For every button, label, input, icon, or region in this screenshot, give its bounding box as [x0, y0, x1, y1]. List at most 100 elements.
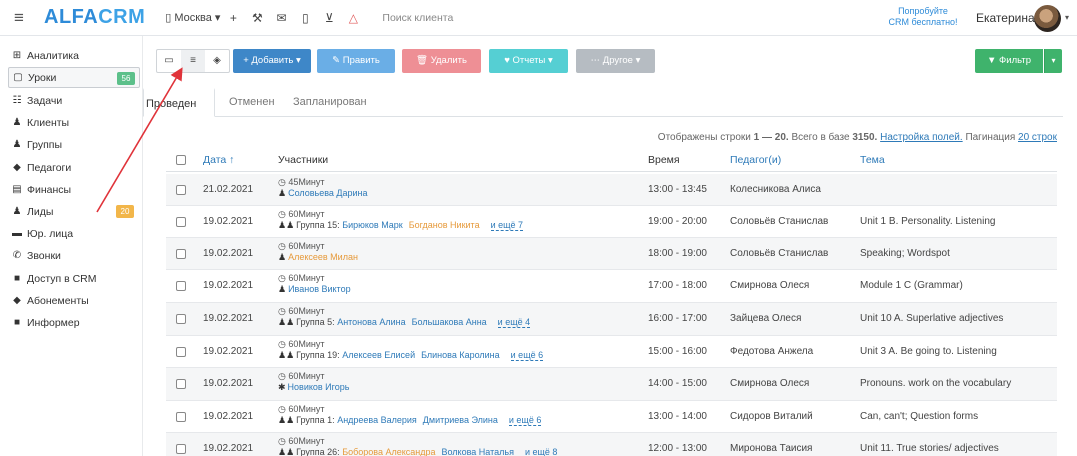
- bell-icon[interactable]: △: [342, 11, 364, 25]
- user-caret-down-icon[interactable]: ▾: [1065, 13, 1069, 22]
- sidebar-item-informer[interactable]: ■ Информер: [10, 312, 138, 333]
- more-participants-link[interactable]: и ещё 8: [524, 447, 558, 456]
- column-date[interactable]: Дата ↑: [203, 154, 234, 166]
- table-row[interactable]: 19.02.2021 ◷ 60Минут ♟♟ Группа 1: Андреева …: [166, 401, 1057, 433]
- sidebar-item-tasks[interactable]: ☷ Задачи: [10, 90, 138, 111]
- sidebar-item-groups[interactable]: ♟ Группы: [10, 134, 138, 155]
- users-icon: ♟♟: [278, 350, 295, 360]
- participant-link[interactable]: Иванов Виктор: [288, 284, 351, 294]
- delete-button[interactable]: 🗑 Удалить: [402, 49, 481, 73]
- tab-completed[interactable]: Проведен: [143, 88, 215, 117]
- try-free-link[interactable]: Попробуйте CRM бесплатно!: [880, 6, 966, 28]
- row-checkbox[interactable]: [176, 444, 186, 454]
- select-all-checkbox[interactable]: [176, 155, 186, 165]
- sidebar-item-lessons[interactable]: ▢ Уроки 56: [8, 67, 140, 88]
- sidebar-item-label: Финансы: [27, 183, 72, 196]
- try-line-2: CRM бесплатно!: [888, 17, 958, 27]
- caret-down-icon: ▾: [214, 12, 221, 24]
- phone-icon: ✆: [12, 250, 22, 261]
- pagination-link[interactable]: 20 строк: [1018, 132, 1057, 143]
- sidebar-item-legal-entities[interactable]: ▬ Юр. лица: [10, 223, 138, 244]
- avatar[interactable]: [1034, 5, 1061, 32]
- more-participants-link[interactable]: и ещё 7: [490, 220, 524, 231]
- mobile-icon[interactable]: ▯: [294, 11, 316, 25]
- table-row[interactable]: 19.02.2021 ◷ 60Минут ♟♟ Группа 15: Бирюков …: [166, 206, 1057, 238]
- row-checkbox[interactable]: [176, 217, 186, 227]
- plus-icon[interactable]: +: [222, 11, 244, 25]
- row-checkbox[interactable]: [176, 412, 186, 422]
- sidebar-item-label: Уроки: [28, 71, 57, 84]
- more-participants-link[interactable]: и ещё 6: [508, 415, 542, 426]
- filter-caret-down-icon[interactable]: ▾: [1044, 49, 1062, 73]
- sidebar-item-calls[interactable]: ✆ Звонки: [10, 245, 138, 266]
- sidebar-item-label: Лиды: [27, 205, 54, 218]
- row-participants: ♟♟ Группа 15: Бирюков Марк Богданов Никита…: [278, 220, 524, 231]
- participant-link[interactable]: Большакова Анна: [412, 317, 487, 327]
- row-date: 19.02.2021: [203, 346, 254, 357]
- participant-link[interactable]: Дмитриева Элина: [423, 415, 498, 425]
- table-row[interactable]: 19.02.2021 ◷ 60Минут ✱ Новиков Игорь 14:00 -…: [166, 368, 1057, 401]
- user-name[interactable]: Екатерина: [976, 11, 1035, 25]
- row-checkbox[interactable]: [176, 347, 186, 357]
- participant-link[interactable]: Блинова Каролина: [421, 350, 500, 360]
- logo[interactable]: ALFACRM: [44, 6, 145, 29]
- calendar-view-icon[interactable]: ▭: [157, 50, 181, 72]
- column-teacher[interactable]: Педагог(и): [730, 154, 781, 166]
- row-time: 13:00 - 14:00: [648, 411, 707, 422]
- row-topic: Unit 1 B. Personality. Listening: [860, 216, 996, 227]
- other-button[interactable]: ⋯ Другое ▾: [576, 49, 655, 73]
- more-participants-link[interactable]: и ещё 4: [497, 317, 531, 328]
- filter-button[interactable]: ▼ Фильтр: [975, 49, 1043, 73]
- table-row[interactable]: 19.02.2021 ◷ 60Минут ♟♟ Группа 26: Боборова…: [166, 433, 1057, 456]
- sidebar-item-finance[interactable]: ▤ Финансы: [10, 179, 138, 200]
- city-selector[interactable]: ▯ Москва ▾: [165, 11, 221, 25]
- participant-link[interactable]: Антонова Алина: [337, 317, 405, 327]
- sidebar-item-analytics[interactable]: ⊞ Аналитика: [10, 45, 138, 66]
- sidebar-item-clients[interactable]: ♟ Клиенты: [10, 112, 138, 133]
- column-topic[interactable]: Тема: [860, 154, 885, 166]
- sidebar-item-label: Звонки: [27, 249, 61, 262]
- row-date: 19.02.2021: [203, 216, 254, 227]
- row-checkbox[interactable]: [176, 314, 186, 324]
- participant-link[interactable]: Боборова Александра: [342, 447, 435, 456]
- participant-link[interactable]: Новиков Игорь: [288, 382, 350, 392]
- participant-link[interactable]: Бирюков Марк: [342, 220, 403, 230]
- cart-icon[interactable]: ⊻: [318, 11, 340, 25]
- table-row[interactable]: 21.02.2021 ◷ 45Минут ♟ Соловьева Дарина 13:0…: [166, 174, 1057, 206]
- wrench-icon[interactable]: ⚒: [246, 11, 268, 25]
- participant-link[interactable]: Богданов Никита: [409, 220, 480, 230]
- participant-link[interactable]: Алексеев Елисей: [342, 350, 415, 360]
- tab-planned[interactable]: Запланирован: [293, 88, 367, 117]
- row-teacher: Миронова Таисия: [730, 443, 813, 454]
- group-label: Группа 5:: [296, 317, 338, 327]
- participant-link[interactable]: Алексеев Милан: [288, 252, 358, 262]
- mail-icon[interactable]: ✉: [270, 11, 292, 25]
- menu-icon[interactable]: ≡: [8, 8, 30, 28]
- edit-button[interactable]: ✎ Править: [317, 49, 395, 73]
- row-checkbox[interactable]: [176, 281, 186, 291]
- table-row[interactable]: 19.02.2021 ◷ 60Минут ♟ Алексеев Милан 18:00 …: [166, 238, 1057, 270]
- sidebar-item-subscriptions[interactable]: ◆ Абонементы: [10, 290, 138, 311]
- participant-link[interactable]: Соловьева Дарина: [288, 188, 367, 198]
- sidebar-item-crm-access[interactable]: ■ Доступ в CRM: [10, 268, 138, 289]
- row-checkbox[interactable]: [176, 379, 186, 389]
- tab-cancelled[interactable]: Отменен: [229, 88, 275, 117]
- participant-link[interactable]: Андреева Валерия: [337, 415, 417, 425]
- field-settings-link[interactable]: Настройка полей.: [880, 132, 963, 143]
- sidebar-item-leads[interactable]: ♟ Лиды 20: [10, 201, 138, 222]
- reports-button[interactable]: ♥ Отчеты ▾: [489, 49, 568, 73]
- table-row[interactable]: 19.02.2021 ◷ 60Минут ♟♟ Группа 5: Антонова …: [166, 303, 1057, 336]
- sidebar-item-teachers[interactable]: ◆ Педагоги: [10, 157, 138, 178]
- row-checkbox[interactable]: [176, 185, 186, 195]
- table-row[interactable]: 19.02.2021 ◷ 60Минут ♟♟ Группа 19: Алексеев…: [166, 336, 1057, 368]
- list-view-icon[interactable]: ≡: [181, 50, 205, 72]
- more-participants-link[interactable]: и ещё 6: [510, 350, 544, 361]
- table-row[interactable]: 19.02.2021 ◷ 60Минут ♟ Иванов Виктор 17:00 -…: [166, 270, 1057, 303]
- row-topic: Pronouns. work on the vocabulary: [860, 378, 1012, 389]
- layers-view-icon[interactable]: ◈: [205, 50, 229, 72]
- row-checkbox[interactable]: [176, 249, 186, 259]
- row-duration: ◷ 60Минут: [278, 209, 325, 219]
- add-button[interactable]: + Добавить ▾: [233, 49, 311, 73]
- participant-link[interactable]: Волкова Наталья: [442, 447, 514, 456]
- client-search-input[interactable]: Поиск клиента: [382, 12, 453, 24]
